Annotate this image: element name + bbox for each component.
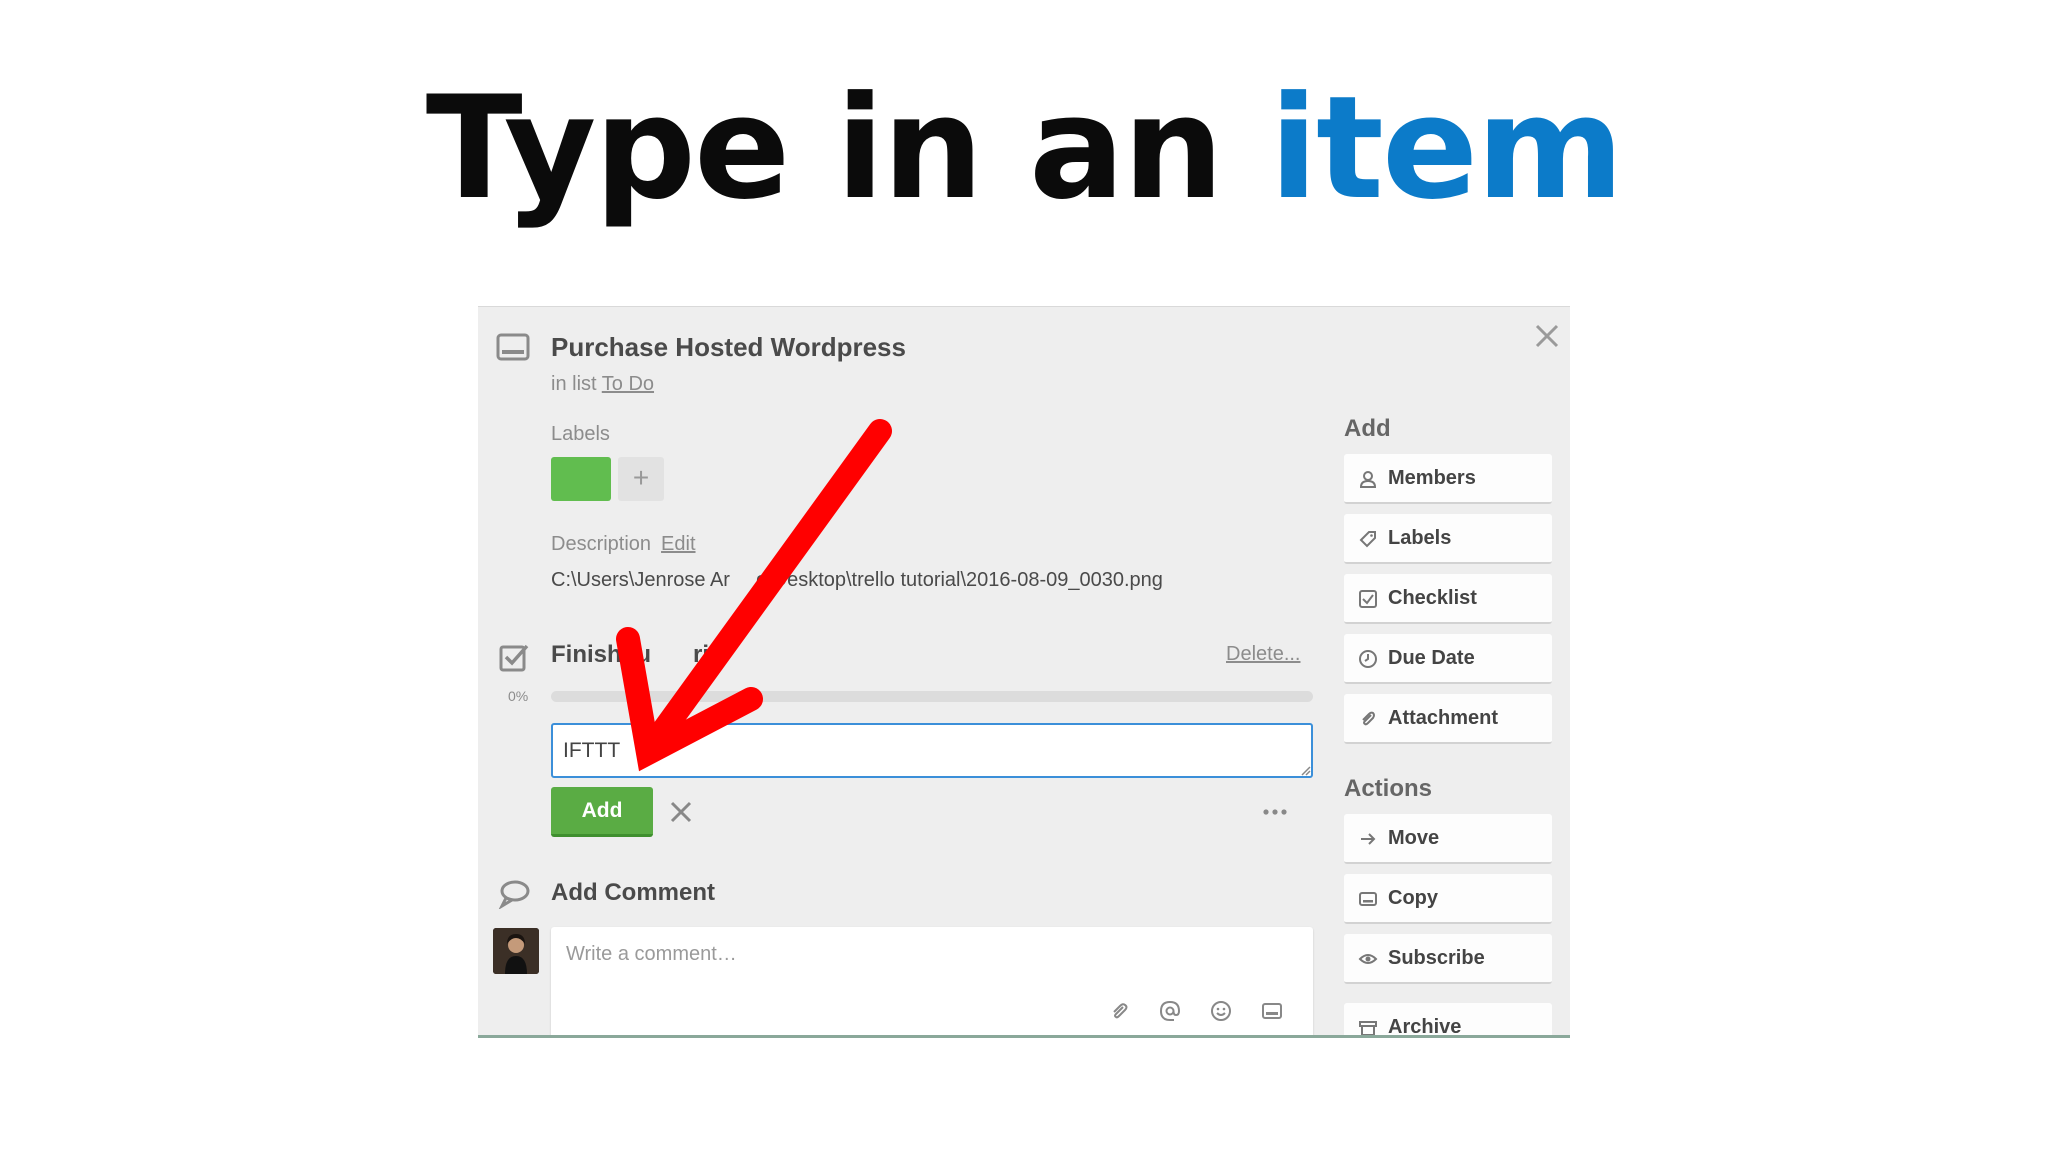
description-label: Description: [551, 533, 652, 555]
description-text[interactable]: C:\Users\Jenrose Ar o\Desktop\trello tuto…: [551, 569, 1163, 592]
eye-icon: [1358, 954, 1378, 964]
checklist-percent: 0%: [508, 688, 529, 704]
labels-button[interactable]: Labels: [1344, 514, 1552, 564]
card-link-icon[interactable]: [1260, 999, 1284, 1023]
description-heading: Description Edit: [551, 533, 696, 556]
resize-grip-icon[interactable]: [1299, 764, 1311, 776]
card-icon: [496, 333, 530, 361]
list-link[interactable]: To Do: [602, 373, 654, 395]
add-label-button[interactable]: +: [618, 457, 664, 501]
move-button[interactable]: Move: [1344, 814, 1552, 864]
emoji-icon[interactable]: [1209, 999, 1233, 1023]
actions-heading: Actions: [1344, 775, 1433, 802]
tag-icon: [1359, 531, 1376, 548]
green-label[interactable]: [551, 457, 611, 501]
move-label: Move: [1388, 827, 1440, 849]
comment-input[interactable]: Write a comment…: [551, 927, 1313, 1035]
person-icon: [1359, 471, 1377, 488]
comment-icon: [498, 880, 530, 909]
card-detail-window: Purchase Hosted Wordpress in list To Do …: [478, 306, 1570, 1038]
members-button[interactable]: Members: [1344, 454, 1552, 504]
headline-accent-text: item: [1269, 66, 1624, 231]
add-heading: Add: [1344, 415, 1391, 442]
archive-label: Archive: [1388, 1016, 1462, 1038]
labels-heading: Labels: [551, 423, 610, 445]
clock-icon: [1359, 650, 1377, 668]
comment-placeholder: Write a comment…: [566, 943, 737, 965]
due-date-button[interactable]: Due Date: [1344, 634, 1552, 684]
add-item-button[interactable]: Add: [551, 787, 653, 837]
paperclip-icon[interactable]: [1107, 999, 1131, 1023]
due-date-label: Due Date: [1388, 647, 1475, 669]
card-icon: [1359, 892, 1377, 906]
checklist-title[interactable]: Finish tu ri: [551, 641, 709, 669]
in-list-prefix: in list: [551, 373, 602, 395]
checkbox-icon: [1359, 590, 1377, 608]
card-title[interactable]: Purchase Hosted Wordpress: [551, 332, 906, 363]
copy-label: Copy: [1388, 887, 1438, 909]
headline-text: Type in an: [425, 66, 1270, 231]
arrow-right-icon: [1361, 833, 1376, 845]
checklist-delete-link[interactable]: Delete...: [1226, 643, 1300, 666]
attachment-label: Attachment: [1388, 707, 1499, 729]
checklist-button[interactable]: Checklist: [1344, 574, 1552, 624]
attachment-button[interactable]: Attachment: [1344, 694, 1552, 744]
checklist-icon: [499, 644, 529, 672]
add-comment-heading: Add Comment: [551, 879, 715, 906]
labels-label: Labels: [1388, 527, 1452, 549]
close-icon[interactable]: [1530, 319, 1564, 353]
description-edit-link[interactable]: Edit: [661, 533, 695, 555]
paperclip-icon: [1362, 711, 1375, 726]
cancel-icon[interactable]: [666, 797, 696, 827]
checklist-label: Checklist: [1388, 587, 1477, 609]
subscribe-label: Subscribe: [1388, 947, 1485, 969]
subscribe-button[interactable]: Subscribe: [1344, 934, 1552, 984]
in-list-text: in list To Do: [551, 373, 654, 396]
slide-headline: Type in an item: [0, 78, 2048, 220]
more-options-icon[interactable]: [1260, 797, 1290, 827]
archive-icon: [1359, 1021, 1377, 1035]
members-label: Members: [1388, 467, 1476, 489]
avatar[interactable]: [493, 928, 539, 974]
mention-icon[interactable]: [1158, 999, 1182, 1023]
checklist-item-input[interactable]: [551, 723, 1313, 778]
archive-button[interactable]: Archive: [1344, 1003, 1552, 1038]
copy-button[interactable]: Copy: [1344, 874, 1552, 924]
checklist-progress-bar: [551, 691, 1313, 702]
